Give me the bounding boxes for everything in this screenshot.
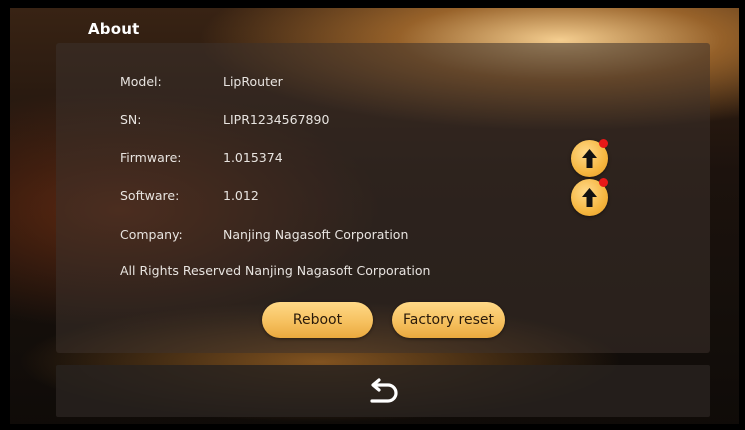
back-button[interactable] xyxy=(364,376,404,408)
reboot-button[interactable]: Reboot xyxy=(262,302,373,338)
model-label: Model: xyxy=(120,74,162,89)
screen-border-top xyxy=(0,0,745,8)
screen-border-bottom xyxy=(0,424,745,430)
rights-text: All Rights Reserved Nanjing Nagasoft Cor… xyxy=(120,263,431,278)
sn-value: LIPR1234567890 xyxy=(223,112,330,127)
company-label: Company: xyxy=(120,227,183,242)
firmware-update-button[interactable] xyxy=(571,139,608,177)
screen-border-right xyxy=(739,0,745,430)
upload-arrow-icon xyxy=(582,149,597,168)
company-value: Nanjing Nagasoft Corporation xyxy=(223,227,409,242)
page-title: About xyxy=(88,20,140,38)
screen-border-left xyxy=(0,0,10,430)
update-notification-dot xyxy=(599,178,608,187)
upload-arrow-icon xyxy=(582,188,597,207)
about-screen: About Model: LipRouter SN: LIPR123456789… xyxy=(0,0,745,430)
firmware-value: 1.015374 xyxy=(223,150,283,165)
factory-reset-button[interactable]: Factory reset xyxy=(392,302,505,338)
software-value: 1.012 xyxy=(223,188,259,203)
sn-label: SN: xyxy=(120,112,142,127)
back-arrow-icon xyxy=(370,378,398,403)
software-label: Software: xyxy=(120,188,180,203)
model-value: LipRouter xyxy=(223,74,283,89)
update-notification-dot xyxy=(599,139,608,148)
firmware-label: Firmware: xyxy=(120,150,182,165)
software-update-button[interactable] xyxy=(571,178,608,216)
